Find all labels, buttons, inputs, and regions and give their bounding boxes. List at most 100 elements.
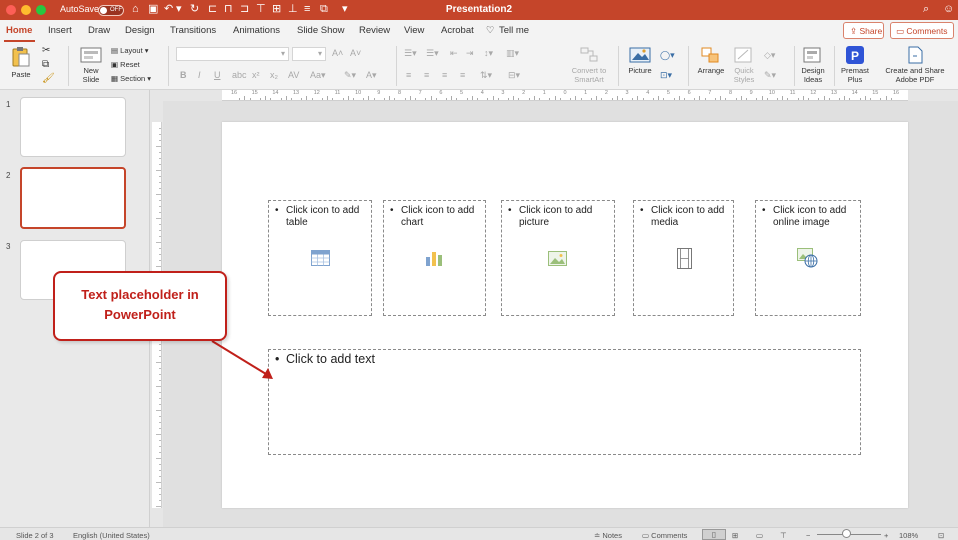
reading-view-icon[interactable]: ▭ [756, 531, 763, 540]
create-adobe-pdf-button[interactable]: Create and Share Adobe PDF [880, 46, 950, 84]
comments-button[interactable]: ▭ Comments [890, 22, 954, 39]
columns-icon[interactable]: ▥▾ [506, 48, 519, 59]
zoom-level[interactable]: 108% [899, 531, 918, 540]
zoom-slider-knob[interactable] [842, 529, 851, 538]
tell-me-search[interactable]: Tell me [499, 25, 529, 36]
account-icon[interactable]: ☺ [943, 3, 954, 15]
strikethrough-icon[interactable]: abc [232, 70, 247, 80]
section-button[interactable]: ▦ Section ▾ [111, 74, 151, 83]
align-bottom-icon[interactable]: ⊥ [288, 3, 298, 16]
shape-outline-icon[interactable]: ✎▾ [764, 70, 776, 81]
minimize-window-button[interactable] [21, 5, 31, 15]
online-image-icon[interactable] [797, 248, 819, 269]
autosave-toggle[interactable]: OFF [98, 5, 124, 16]
redo-icon[interactable]: ↻ [190, 3, 199, 16]
picture-placeholder[interactable]: • Click icon to add picture [501, 200, 615, 316]
align-text-right-icon[interactable]: ≡ [442, 70, 447, 80]
subscript-icon[interactable]: x₂ [270, 70, 278, 80]
justify-icon[interactable]: ≡ [460, 70, 465, 80]
media-placeholder[interactable]: • Click icon to add media [633, 200, 734, 316]
arrange-button[interactable]: Arrange [694, 46, 728, 75]
table-icon[interactable] [311, 250, 330, 266]
align-text-left-icon[interactable]: ≡ [406, 70, 411, 80]
align-middle-icon[interactable]: ⊞ [272, 3, 281, 16]
zoom-in-icon[interactable]: + [884, 531, 888, 540]
tab-slide-show[interactable]: Slide Show [297, 25, 345, 36]
tab-draw[interactable]: Draw [88, 25, 110, 36]
text-direction-icon[interactable]: ⇅▾ [480, 70, 492, 81]
decrease-indent-icon[interactable]: ⇤ [450, 48, 458, 59]
numbering-icon[interactable]: ☰▾ [426, 48, 439, 59]
convert-smartart-button[interactable]: Convert to SmartArt [566, 46, 612, 84]
align-text-icon[interactable]: ⊟▾ [508, 70, 520, 81]
save-icon[interactable]: ▣ [148, 3, 158, 16]
align-top-icon[interactable]: ⊤ [256, 3, 266, 16]
chart-placeholder[interactable]: • Click icon to add chart [383, 200, 486, 316]
paste-button[interactable]: Paste [6, 46, 36, 79]
zoom-window-button[interactable] [36, 5, 46, 15]
format-painter-icon[interactable]: 🖌 [42, 73, 55, 84]
slide-thumbnail-1[interactable] [20, 97, 126, 157]
underline-icon[interactable]: U [214, 70, 221, 80]
copy-icon[interactable]: ⧉ [42, 59, 49, 70]
bold-icon[interactable]: B [180, 70, 187, 80]
reset-button[interactable]: ▣ Reset [111, 60, 140, 69]
search-icon[interactable]: ⌕ [923, 3, 929, 16]
slide-show-icon[interactable]: ⊤ [780, 531, 787, 540]
tab-animations[interactable]: Animations [233, 25, 280, 36]
table-placeholder[interactable]: • Click icon to add table [268, 200, 372, 316]
bullets-icon[interactable]: ☰▾ [404, 48, 417, 59]
normal-view-icon[interactable]: ▯ [702, 529, 726, 540]
tab-acrobat[interactable]: Acrobat [441, 25, 474, 36]
design-ideas-button[interactable]: Design Ideas [798, 46, 828, 84]
group-icon[interactable]: ⧉ [320, 3, 328, 16]
center-text-icon[interactable]: ≡ [424, 70, 429, 80]
align-center-icon[interactable]: ⊓ [224, 3, 233, 16]
align-right-icon[interactable]: ⊐ [240, 3, 249, 16]
change-case-icon[interactable]: Aa▾ [310, 70, 326, 81]
new-slide-button[interactable]: New Slide [76, 46, 106, 84]
tab-review[interactable]: Review [359, 25, 390, 36]
shrink-font-icon[interactable]: A˅ [350, 48, 361, 58]
comments-status-button[interactable]: ▭ Comments [642, 531, 687, 540]
layout-button[interactable]: ▤ Layout ▾ [111, 46, 149, 55]
picture-icon[interactable] [548, 251, 567, 266]
character-spacing-icon[interactable]: AV [288, 70, 299, 80]
close-window-button[interactable] [6, 5, 16, 15]
align-left-icon[interactable]: ⊏ [208, 3, 217, 16]
zoom-out-icon[interactable]: − [806, 531, 810, 540]
grow-font-icon[interactable]: A˄ [332, 48, 343, 58]
quick-styles-button[interactable]: Quick Styles [730, 46, 758, 84]
text-box-icon[interactable]: ⊡▾ [660, 70, 672, 81]
undo-dropdown-icon[interactable]: ▾ [176, 3, 182, 16]
picture-button[interactable]: Picture [624, 46, 656, 75]
highlight-icon[interactable]: ✎▾ [344, 70, 356, 81]
notes-button[interactable]: ≐ Notes [594, 531, 622, 540]
tab-transitions[interactable]: Transitions [170, 25, 216, 36]
language[interactable]: English (United States) [73, 531, 150, 540]
shapes-icon[interactable]: ◯▾ [660, 50, 675, 61]
distribute-icon[interactable]: ≡ [304, 3, 310, 16]
font-color-icon[interactable]: A▾ [366, 70, 377, 81]
font-size-select[interactable]: ▾ [292, 47, 326, 61]
superscript-icon[interactable]: x² [252, 70, 260, 80]
italic-icon[interactable]: I [198, 70, 201, 80]
tab-insert[interactable]: Insert [48, 25, 72, 36]
more-icon[interactable]: ▾ [342, 3, 348, 16]
tab-design[interactable]: Design [125, 25, 155, 36]
fit-slide-icon[interactable]: ⊡ [938, 531, 944, 540]
chart-icon[interactable] [425, 250, 443, 267]
text-placeholder[interactable]: • Click to add text [268, 349, 861, 455]
slide-thumbnail-2[interactable] [20, 167, 126, 229]
increase-indent-icon[interactable]: ⇥ [466, 48, 474, 59]
premast-plus-button[interactable]: P Premast Plus [838, 46, 872, 84]
slide-sorter-icon[interactable]: ⊞ [732, 531, 738, 540]
cut-icon[interactable]: ✂ [42, 45, 50, 56]
share-button[interactable]: ⇪ Share [843, 22, 884, 39]
shape-fill-icon[interactable]: ◇▾ [764, 50, 775, 61]
undo-icon[interactable]: ↶ [164, 3, 173, 16]
tab-home[interactable]: Home [6, 25, 32, 36]
online-image-placeholder[interactable]: • Click icon to add online image [755, 200, 861, 316]
home-icon[interactable]: ⌂ [132, 3, 139, 16]
font-name-select[interactable]: ▾ [176, 47, 289, 61]
